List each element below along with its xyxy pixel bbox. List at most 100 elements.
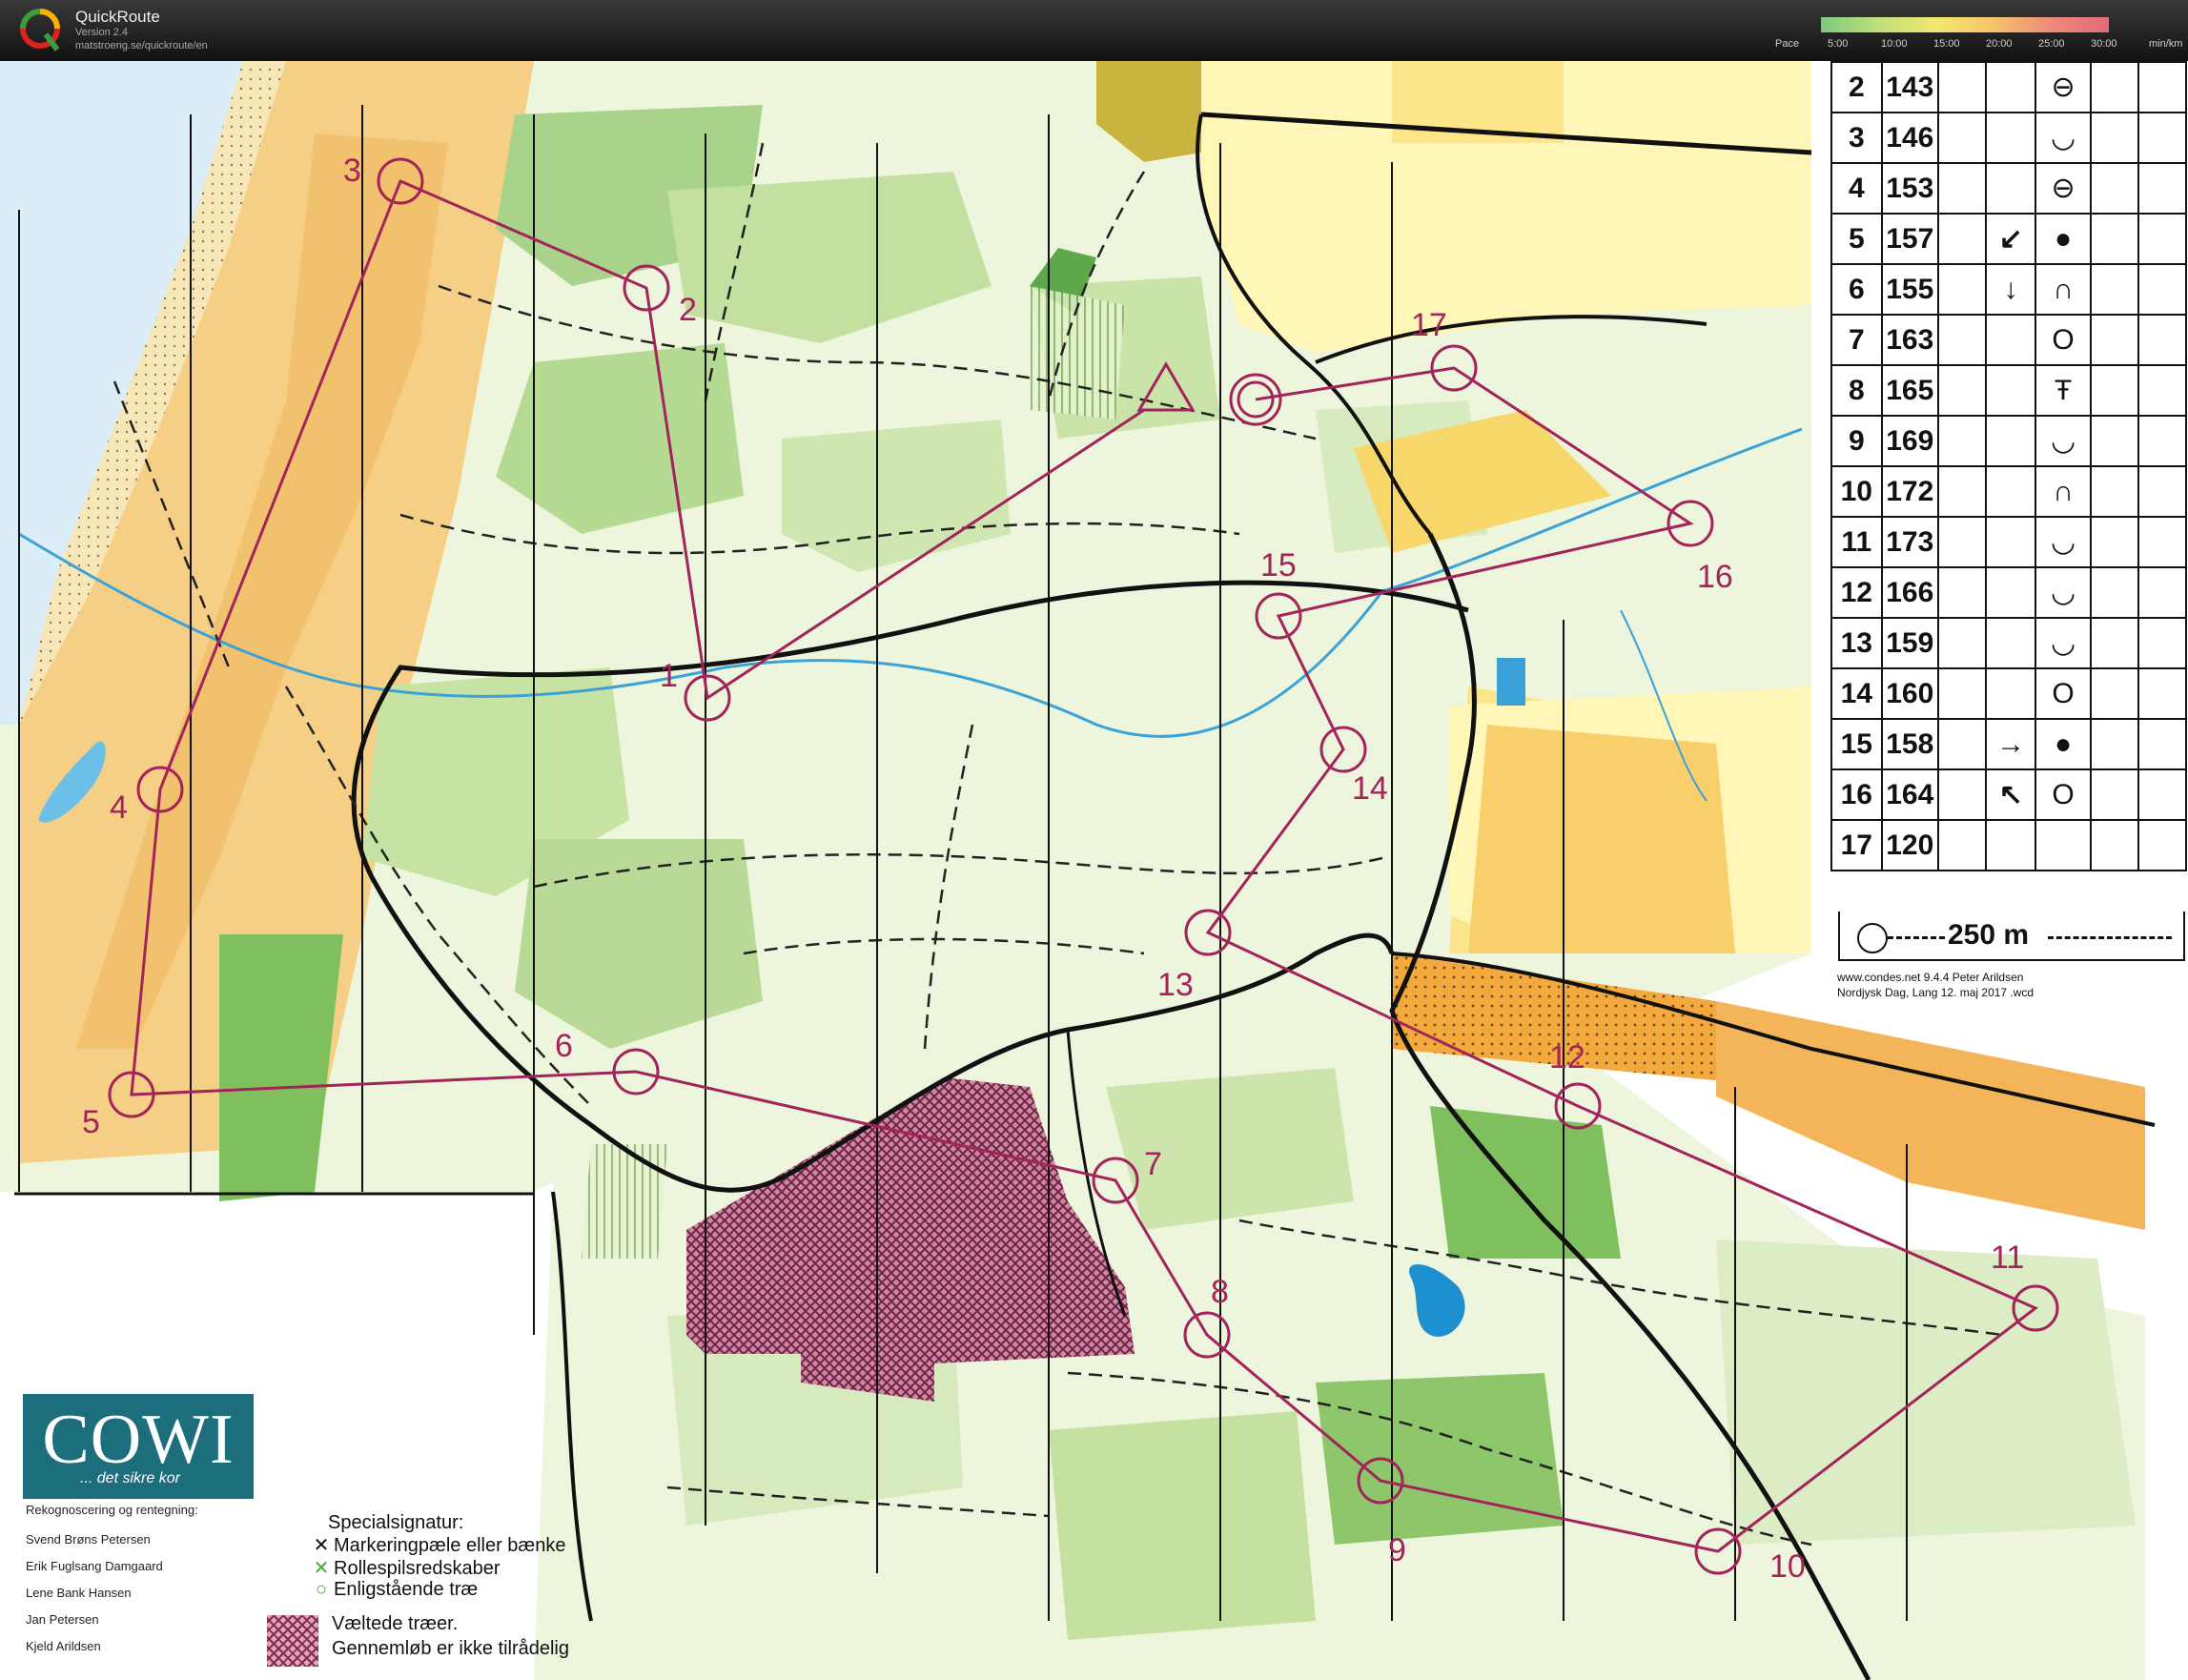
description-row: 12 166 ◡ — [1830, 566, 2188, 619]
description-empty — [2137, 617, 2188, 669]
description-code: 164 — [1880, 768, 1939, 821]
cross-icon: ✕ — [313, 1535, 330, 1556]
description-feature: O — [2035, 768, 2092, 821]
description-row: 17 120 — [1830, 819, 2188, 871]
description-feature: O — [2035, 667, 2092, 720]
description-feature: ∩ — [2035, 263, 2092, 316]
description-code: 157 — [1880, 213, 1939, 265]
description-feature: ∩ — [2035, 465, 2092, 518]
description-empty — [2137, 768, 2188, 821]
description-row: 7 163 O — [1830, 314, 2188, 366]
description-empty — [1936, 263, 1988, 316]
description-empty — [2089, 213, 2139, 265]
cowi-logo: COWI ... det sikre kor — [23, 1394, 254, 1499]
description-direction — [1984, 364, 2037, 417]
description-direction — [1984, 162, 2037, 215]
description-feature: ◡ — [2035, 617, 2092, 669]
description-number: 16 — [1830, 768, 1883, 821]
description-direction — [1984, 566, 2037, 619]
control-number: 13 — [1157, 967, 1194, 1003]
control-number: 9 — [1388, 1532, 1406, 1568]
description-empty — [2089, 516, 2139, 568]
description-empty — [2089, 263, 2139, 316]
description-feature: ◡ — [2035, 112, 2092, 164]
description-empty — [2089, 415, 2139, 467]
description-feature: ⊖ — [2035, 162, 2092, 215]
description-empty — [1936, 768, 1988, 821]
description-empty — [1936, 364, 1988, 417]
description-empty — [1936, 617, 1988, 669]
description-code: 163 — [1880, 314, 1939, 366]
control-number: 16 — [1697, 559, 1733, 595]
dark-green-patch — [1430, 1106, 1621, 1259]
description-row: 11 173 ◡ — [1830, 516, 2188, 568]
description-number: 13 — [1830, 617, 1883, 669]
legend-item: ○ Enligstående træ — [313, 1579, 478, 1601]
control-descriptions: 2 143 ⊖ 3 146 ◡ 4 153 ⊖ 5 157 ↙ ● 6 155 ↓ ∩ 7 163 O 8 165 Ŧ 9 16… — [1829, 61, 2188, 967]
description-direction — [1984, 667, 2037, 720]
description-empty — [1936, 162, 1988, 215]
description-empty — [2089, 566, 2139, 619]
quickroute-logo-icon — [20, 9, 60, 51]
app-url[interactable]: matstroeng.se/quickroute/en — [75, 40, 208, 51]
description-number: 2 — [1830, 61, 1883, 113]
description-empty — [2137, 162, 2188, 215]
description-number: 7 — [1830, 314, 1883, 366]
description-code: 172 — [1880, 465, 1939, 518]
legend-item: ✕ Markeringpæle eller bænke — [313, 1533, 566, 1557]
scale-circle-icon — [1857, 923, 1888, 953]
description-number: 17 — [1830, 819, 1883, 871]
control-number: 4 — [110, 789, 128, 826]
undergrowth-area — [582, 1144, 667, 1259]
description-empty — [1936, 819, 1988, 871]
description-number: 6 — [1830, 263, 1883, 316]
legend-text: Enligstående træ — [334, 1579, 479, 1600]
control-number: 3 — [343, 153, 361, 189]
pond — [1497, 658, 1525, 706]
green-cross-icon: ✕ — [313, 1558, 330, 1579]
description-code: 143 — [1880, 61, 1939, 113]
app-version: Version 2.4 — [75, 27, 129, 38]
credit-person: Kjeld Arildsen — [26, 1639, 101, 1653]
description-number: 4 — [1830, 162, 1883, 215]
pace-tick: 25:00 — [2038, 38, 2065, 50]
description-empty — [2137, 213, 2188, 265]
legend-hatch-line1: Væltede træer. — [332, 1613, 459, 1634]
description-feature: Ŧ — [2035, 364, 2092, 417]
scale-dash — [2048, 936, 2172, 939]
description-number: 10 — [1830, 465, 1883, 518]
legend-title: Specialsignatur: — [328, 1512, 464, 1533]
description-empty — [2137, 516, 2188, 568]
credits-title: Rekognoscering og rentegning: — [26, 1503, 198, 1517]
description-empty — [2137, 718, 2188, 770]
description-feature — [2035, 819, 2092, 871]
description-code: 158 — [1880, 718, 1939, 770]
description-empty — [1936, 566, 1988, 619]
description-empty — [2089, 364, 2139, 417]
description-code: 160 — [1880, 667, 1939, 720]
description-empty — [2137, 263, 2188, 316]
description-direction — [1984, 314, 2037, 366]
description-row: 13 159 ◡ — [1830, 617, 2188, 669]
description-empty — [1936, 314, 1988, 366]
description-code: 159 — [1880, 617, 1939, 669]
description-empty — [1936, 213, 1988, 265]
credit-person: Erik Fuglsang Damgaard — [26, 1559, 163, 1573]
description-empty — [2089, 617, 2139, 669]
app-name: QuickRoute — [75, 8, 160, 26]
description-empty — [1936, 516, 1988, 568]
control-number: 11 — [1991, 1240, 2024, 1276]
description-number: 3 — [1830, 112, 1883, 164]
description-empty — [2089, 61, 2139, 113]
description-row: 3 146 ◡ — [1830, 112, 2188, 164]
description-number: 9 — [1830, 415, 1883, 467]
description-number: 14 — [1830, 667, 1883, 720]
field-area-rough — [1468, 725, 1735, 953]
green-patch — [1049, 1411, 1316, 1640]
control-number: 5 — [82, 1104, 100, 1140]
control-number: 12 — [1549, 1039, 1585, 1076]
description-direction — [1984, 516, 2037, 568]
control-number: 14 — [1352, 770, 1388, 807]
description-feature: ⊖ — [2035, 61, 2092, 113]
description-code: 120 — [1880, 819, 1939, 871]
